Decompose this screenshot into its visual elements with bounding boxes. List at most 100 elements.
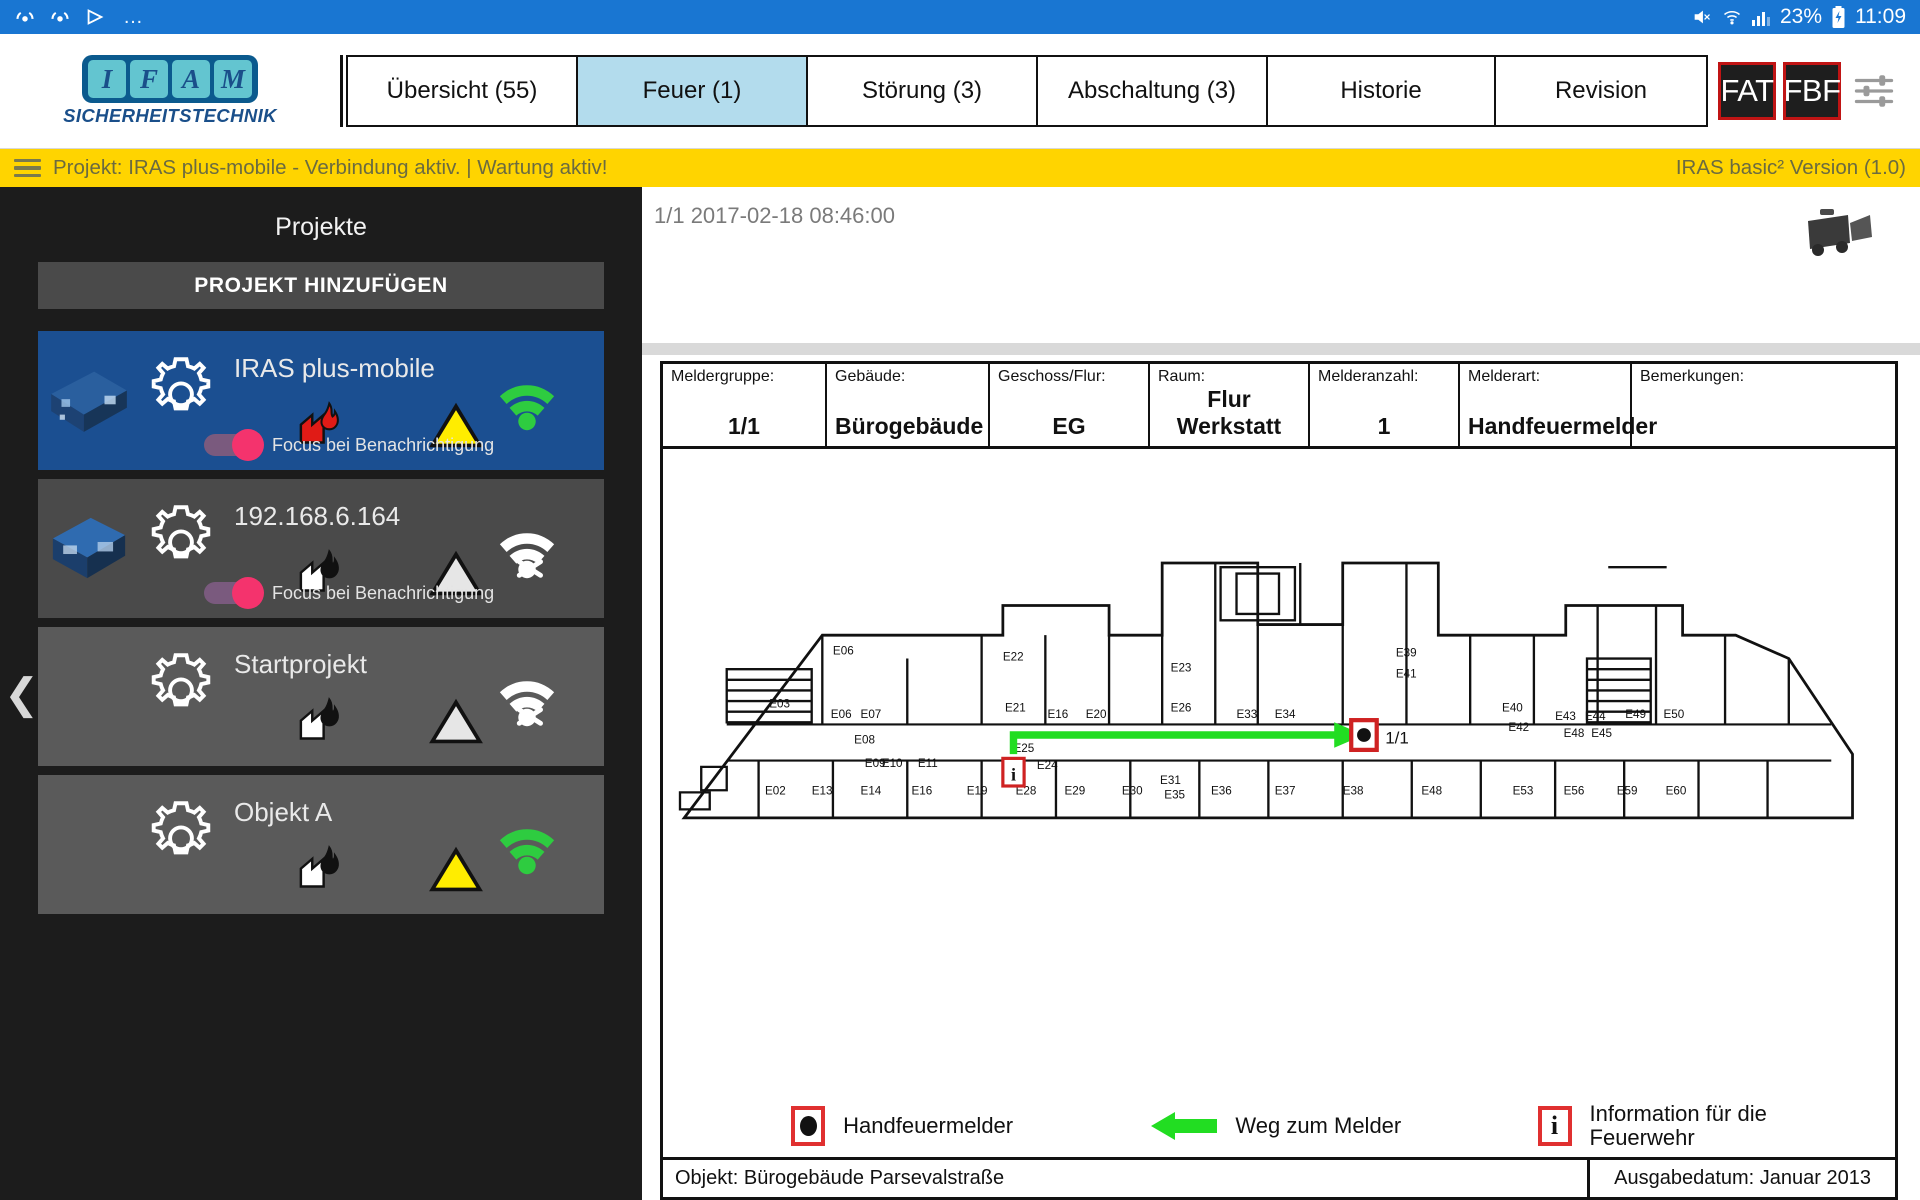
project-status-bar: Projekt: IRAS plus-mobile - Verbindung a… (0, 149, 1920, 187)
legend-label: Information für die Feuerwehr (1589, 1100, 1767, 1151)
tab-historie[interactable]: Historie (1268, 57, 1496, 125)
content-divider (642, 343, 1920, 355)
svg-text:E29: E29 (1064, 784, 1085, 797)
cell-signal-icon (1751, 8, 1771, 26)
svg-text:E45: E45 (1591, 727, 1612, 740)
tab-revision[interactable]: Revision (1496, 57, 1706, 125)
add-project-button[interactable]: PROJEKT HINZUFÜGEN (38, 262, 604, 309)
logo-letter-m: M (214, 60, 252, 98)
fire-alarm-icon (299, 697, 339, 740)
svg-text:E06: E06 (833, 644, 854, 657)
toggle-label: Focus bei Benachrichtigung (272, 434, 495, 455)
cell-label: Geschoss/Flur: (998, 368, 1106, 385)
gear-icon (151, 357, 211, 411)
cell-value: Handfeuermelder (1468, 413, 1658, 439)
laptop-case-icon (52, 517, 126, 579)
svg-text:E49: E49 (1625, 708, 1646, 721)
focus-notification-toggle[interactable]: Focus bei Benachrichtigung (204, 429, 495, 461)
svg-text:E16: E16 (1047, 708, 1068, 721)
tab-stoerung[interactable]: Störung (3) (808, 57, 1038, 125)
content-header: 1/1 2017-02-18 08:46:00 (642, 187, 1920, 343)
svg-text:E42: E42 (1508, 721, 1529, 734)
projects-sidebar: Projekte PROJEKT HINZUFÜGEN IRAS plus-mo… (0, 187, 642, 1200)
cell-label: Raum: (1158, 368, 1206, 385)
gear-icon (151, 653, 211, 707)
plan-legend: Handfeuermelder Weg zum Melder i Informa… (663, 1100, 1895, 1157)
info-marker: i (1001, 756, 1026, 788)
tab-feuer[interactable]: Feuer (1) (578, 57, 808, 125)
android-status-bar: … 23% 11:09 (0, 0, 1920, 34)
svg-text:E30: E30 (1122, 784, 1143, 797)
more-dots-icon: … (123, 5, 146, 28)
cast-icon (49, 6, 71, 28)
cell-value: 1/1 (728, 413, 760, 439)
tab-abschaltung[interactable]: Abschaltung (3) (1038, 57, 1268, 125)
logo-letter-f: F (130, 60, 168, 98)
fbf-button[interactable]: FBF (1783, 62, 1841, 120)
fire-alarm-icon (299, 845, 339, 888)
svg-text:E59: E59 (1617, 784, 1638, 797)
toggle-track (204, 577, 264, 609)
svg-text:E33: E33 (1237, 708, 1258, 721)
project-item-192-168-6-164[interactable]: 192.168.6.164 Focus bei Benachrichtigung (38, 479, 604, 618)
sidebar-title: Projekte (275, 213, 367, 241)
svg-text:E20: E20 (1086, 708, 1107, 721)
warning-triangle-icon (429, 698, 483, 744)
svg-text:E48: E48 (1564, 727, 1585, 740)
floor-plan-svg: E06E03 E06 E07 E08E09 E10 E11 E22E21 E16 E2… (678, 561, 1854, 820)
floor-plan-drawing[interactable]: E06 E03 E06 E07 E08 E09 E10 E11 E22 E21 E16 E2… (663, 449, 1895, 1102)
legend-item-handfeuermelder: Handfeuermelder (791, 1106, 1013, 1147)
camera-icon[interactable] (1804, 203, 1878, 259)
table-cell-bemerkungen: Bemerkungen: (1632, 364, 1895, 446)
svg-text:E23: E23 (1171, 661, 1192, 674)
project-name: Startprojekt (234, 649, 367, 679)
legend-item-information: i Information für die Feuerwehr (1537, 1100, 1767, 1151)
cell-label: Bemerkungen: (1640, 368, 1745, 385)
logo-letter-i: I (88, 60, 126, 98)
svg-text:E10: E10 (882, 757, 903, 770)
svg-text:E53: E53 (1513, 784, 1534, 797)
toggle-track (204, 429, 264, 461)
legend-item-weg-zum-melder: Weg zum Melder (1149, 1109, 1401, 1143)
svg-text:E43: E43 (1555, 710, 1576, 723)
green-arrow-icon (1151, 1112, 1218, 1141)
sliders-icon[interactable] (1848, 62, 1900, 120)
legend-label: Weg zum Melder (1235, 1113, 1402, 1139)
project-item-objekt-a[interactable]: Objekt A (38, 775, 604, 914)
table-cell-geschoss-flur: Geschoss/Flur: EG (990, 364, 1150, 446)
detector-label: 1/1 (1385, 729, 1409, 748)
project-item-startprojekt[interactable]: Startprojekt (38, 627, 604, 766)
play-store-icon (84, 6, 106, 28)
tabbar-divider (340, 55, 343, 127)
cell-label: Melderanzahl: (1318, 368, 1419, 385)
project-name: Objekt A (234, 797, 333, 827)
svg-text:E14: E14 (861, 784, 882, 797)
svg-text:E36: E36 (1211, 784, 1232, 797)
floor-plan-wrapper: Meldergruppe: 1/1 Gebäude: Bürogebäude G… (642, 355, 1920, 1200)
info-icon: i (1537, 1106, 1572, 1147)
logo-letter-a: A (172, 60, 210, 98)
header-actions: FAT FBF (1718, 62, 1900, 120)
tab-uebersicht[interactable]: Übersicht (55) (348, 57, 578, 125)
project-item-iras-plus-mobile[interactable]: IRAS plus-mobile Focus bei Benachrichtig… (38, 331, 604, 470)
svg-text:E11: E11 (918, 757, 938, 770)
svg-text:i: i (1011, 765, 1016, 785)
svg-text:E48: E48 (1421, 784, 1442, 797)
battery-percent-label: 23% (1779, 5, 1822, 28)
svg-text:E22: E22 (1003, 651, 1024, 664)
wifi-connected-icon (499, 385, 555, 431)
svg-text:E24: E24 (1037, 759, 1058, 772)
sidebar-collapse-button[interactable]: ❮ (4, 672, 39, 715)
wifi-disconnected-icon (499, 533, 555, 579)
cast-icon (14, 6, 36, 28)
svg-text:E02: E02 (765, 784, 786, 797)
main-tabs: Übersicht (55) Feuer (1) Störung (3) Abs… (346, 55, 1708, 127)
svg-text:E08: E08 (854, 734, 875, 747)
focus-notification-toggle[interactable]: Focus bei Benachrichtigung (204, 577, 494, 609)
logo-subtitle: SICHERHEITSTECHNIK (63, 105, 277, 126)
hamburger-menu-icon[interactable] (14, 158, 41, 178)
fat-button[interactable]: FAT (1718, 62, 1776, 120)
svg-text:E26: E26 (1171, 702, 1192, 715)
svg-text:E39: E39 (1396, 646, 1417, 659)
project-name: 192.168.6.164 (234, 501, 401, 531)
